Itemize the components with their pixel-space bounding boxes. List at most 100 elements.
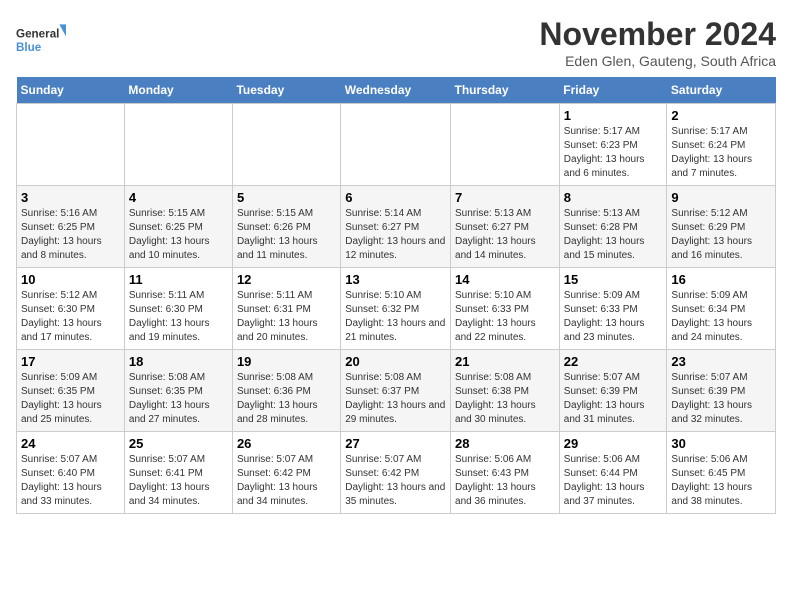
day-info: Sunrise: 5:07 AM Sunset: 6:42 PM Dayligh… xyxy=(345,453,446,509)
day-header-sunday: Sunday xyxy=(17,77,125,104)
day-info: Sunrise: 5:08 AM Sunset: 6:37 PM Dayligh… xyxy=(345,371,446,427)
day-number: 14 xyxy=(455,272,555,287)
calendar-cell: 1 Sunrise: 5:17 AM Sunset: 6:23 PM Daylig… xyxy=(559,104,667,186)
day-info: Sunrise: 5:12 AM Sunset: 6:29 PM Dayligh… xyxy=(671,207,771,263)
day-number: 17 xyxy=(21,354,120,369)
day-header-tuesday: Tuesday xyxy=(232,77,340,104)
day-info: Sunrise: 5:08 AM Sunset: 6:38 PM Dayligh… xyxy=(455,371,555,427)
svg-text:Blue: Blue xyxy=(16,41,42,54)
day-info: Sunrise: 5:15 AM Sunset: 6:26 PM Dayligh… xyxy=(237,207,336,263)
day-number: 19 xyxy=(237,354,336,369)
calendar-cell: 26Sunrise: 5:07 AM Sunset: 6:42 PM Dayli… xyxy=(232,432,340,514)
day-info: Sunrise: 5:06 AM Sunset: 6:43 PM Dayligh… xyxy=(455,453,555,509)
day-number: 27 xyxy=(345,436,446,451)
calendar-cell: 5 Sunrise: 5:15 AM Sunset: 6:26 PM Daylig… xyxy=(232,186,340,268)
day-header-saturday: Saturday xyxy=(667,77,776,104)
calendar-cell: 18 Sunrise: 5:08 AM Sunset: 6:35 PM Dayli… xyxy=(124,350,232,432)
day-number: 12 xyxy=(237,272,336,287)
day-header-wednesday: Wednesday xyxy=(341,77,451,104)
calendar-cell: 15Sunrise: 5:09 AM Sunset: 6:33 PM Dayli… xyxy=(559,268,667,350)
day-number: 30 xyxy=(671,436,771,451)
title-section: November 2024 Eden Glen, Gauteng, South … xyxy=(539,16,776,69)
calendar-week-5: 24Sunrise: 5:07 AM Sunset: 6:40 PM Dayli… xyxy=(17,432,776,514)
day-info: Sunrise: 5:13 AM Sunset: 6:27 PM Dayligh… xyxy=(455,207,555,263)
calendar-cell: 6 Sunrise: 5:14 AM Sunset: 6:27 PM Daylig… xyxy=(341,186,451,268)
day-info: Sunrise: 5:09 AM Sunset: 6:35 PM Dayligh… xyxy=(21,371,120,427)
day-number: 8 xyxy=(564,190,663,205)
day-number: 15 xyxy=(564,272,663,287)
day-info: Sunrise: 5:06 AM Sunset: 6:45 PM Dayligh… xyxy=(671,453,771,509)
calendar-cell xyxy=(341,104,451,186)
day-number: 3 xyxy=(21,190,120,205)
calendar-table: SundayMondayTuesdayWednesdayThursdayFrid… xyxy=(16,77,776,514)
day-number: 25 xyxy=(129,436,228,451)
day-number: 28 xyxy=(455,436,555,451)
day-info: Sunrise: 5:14 AM Sunset: 6:27 PM Dayligh… xyxy=(345,207,446,263)
svg-text:General: General xyxy=(16,28,59,41)
day-number: 1 xyxy=(564,108,663,123)
day-info: Sunrise: 5:07 AM Sunset: 6:42 PM Dayligh… xyxy=(237,453,336,509)
calendar-cell: 10Sunrise: 5:12 AM Sunset: 6:30 PM Dayli… xyxy=(17,268,125,350)
calendar-cell: 23 Sunrise: 5:07 AM Sunset: 6:39 PM Dayli… xyxy=(667,350,776,432)
calendar-cell: 8 Sunrise: 5:13 AM Sunset: 6:28 PM Daylig… xyxy=(559,186,667,268)
day-header-friday: Friday xyxy=(559,77,667,104)
day-info: Sunrise: 5:07 AM Sunset: 6:39 PM Dayligh… xyxy=(671,371,771,427)
calendar-cell: 17 Sunrise: 5:09 AM Sunset: 6:35 PM Dayli… xyxy=(17,350,125,432)
day-info: Sunrise: 5:17 AM Sunset: 6:24 PM Dayligh… xyxy=(671,125,771,181)
day-number: 20 xyxy=(345,354,446,369)
day-number: 22 xyxy=(564,354,663,369)
day-info: Sunrise: 5:07 AM Sunset: 6:39 PM Dayligh… xyxy=(564,371,663,427)
day-number: 2 xyxy=(671,108,771,123)
day-number: 18 xyxy=(129,354,228,369)
day-info: Sunrise: 5:08 AM Sunset: 6:35 PM Dayligh… xyxy=(129,371,228,427)
calendar-cell: 2 Sunrise: 5:17 AM Sunset: 6:24 PM Daylig… xyxy=(667,104,776,186)
calendar-cell xyxy=(17,104,125,186)
day-number: 24 xyxy=(21,436,120,451)
calendar-cell: 24Sunrise: 5:07 AM Sunset: 6:40 PM Dayli… xyxy=(17,432,125,514)
calendar-cell: 25 Sunrise: 5:07 AM Sunset: 6:41 PM Dayli… xyxy=(124,432,232,514)
day-info: Sunrise: 5:16 AM Sunset: 6:25 PM Dayligh… xyxy=(21,207,120,263)
day-info: Sunrise: 5:11 AM Sunset: 6:30 PM Dayligh… xyxy=(129,289,228,345)
calendar-cell: 9 Sunrise: 5:12 AM Sunset: 6:29 PM Daylig… xyxy=(667,186,776,268)
calendar-cell: 21 Sunrise: 5:08 AM Sunset: 6:38 PM Dayli… xyxy=(451,350,560,432)
calendar-cell: 29Sunrise: 5:06 AM Sunset: 6:44 PM Dayli… xyxy=(559,432,667,514)
day-number: 5 xyxy=(237,190,336,205)
day-number: 13 xyxy=(345,272,446,287)
day-number: 21 xyxy=(455,354,555,369)
day-number: 6 xyxy=(345,190,446,205)
calendar-cell: 27 Sunrise: 5:07 AM Sunset: 6:42 PM Dayli… xyxy=(341,432,451,514)
day-number: 11 xyxy=(129,272,228,287)
day-info: Sunrise: 5:11 AM Sunset: 6:31 PM Dayligh… xyxy=(237,289,336,345)
calendar-cell xyxy=(451,104,560,186)
day-number: 10 xyxy=(21,272,120,287)
day-number: 23 xyxy=(671,354,771,369)
calendar-cell: 19 Sunrise: 5:08 AM Sunset: 6:36 PM Dayli… xyxy=(232,350,340,432)
calendar-week-2: 3 Sunrise: 5:16 AM Sunset: 6:25 PM Daylig… xyxy=(17,186,776,268)
calendar-week-3: 10Sunrise: 5:12 AM Sunset: 6:30 PM Dayli… xyxy=(17,268,776,350)
day-header-thursday: Thursday xyxy=(451,77,560,104)
calendar-cell xyxy=(124,104,232,186)
day-info: Sunrise: 5:10 AM Sunset: 6:32 PM Dayligh… xyxy=(345,289,446,345)
calendar-cell: 28 Sunrise: 5:06 AM Sunset: 6:43 PM Dayli… xyxy=(451,432,560,514)
calendar-cell: 12 Sunrise: 5:11 AM Sunset: 6:31 PM Dayli… xyxy=(232,268,340,350)
calendar-week-1: 1 Sunrise: 5:17 AM Sunset: 6:23 PM Daylig… xyxy=(17,104,776,186)
calendar-cell: 11 Sunrise: 5:11 AM Sunset: 6:30 PM Dayli… xyxy=(124,268,232,350)
day-info: Sunrise: 5:07 AM Sunset: 6:41 PM Dayligh… xyxy=(129,453,228,509)
day-number: 9 xyxy=(671,190,771,205)
logo-graphic: General Blue xyxy=(16,16,66,66)
calendar-cell xyxy=(232,104,340,186)
calendar-cell: 3 Sunrise: 5:16 AM Sunset: 6:25 PM Daylig… xyxy=(17,186,125,268)
calendar-cell: 14 Sunrise: 5:10 AM Sunset: 6:33 PM Dayli… xyxy=(451,268,560,350)
day-info: Sunrise: 5:10 AM Sunset: 6:33 PM Dayligh… xyxy=(455,289,555,345)
day-info: Sunrise: 5:13 AM Sunset: 6:28 PM Dayligh… xyxy=(564,207,663,263)
calendar-cell: 7 Sunrise: 5:13 AM Sunset: 6:27 PM Daylig… xyxy=(451,186,560,268)
day-info: Sunrise: 5:09 AM Sunset: 6:34 PM Dayligh… xyxy=(671,289,771,345)
day-info: Sunrise: 5:08 AM Sunset: 6:36 PM Dayligh… xyxy=(237,371,336,427)
day-info: Sunrise: 5:15 AM Sunset: 6:25 PM Dayligh… xyxy=(129,207,228,263)
calendar-week-4: 17 Sunrise: 5:09 AM Sunset: 6:35 PM Dayli… xyxy=(17,350,776,432)
calendar-cell: 4 Sunrise: 5:15 AM Sunset: 6:25 PM Daylig… xyxy=(124,186,232,268)
day-number: 7 xyxy=(455,190,555,205)
logo: General Blue xyxy=(16,16,66,66)
day-number: 4 xyxy=(129,190,228,205)
day-info: Sunrise: 5:17 AM Sunset: 6:23 PM Dayligh… xyxy=(564,125,663,181)
